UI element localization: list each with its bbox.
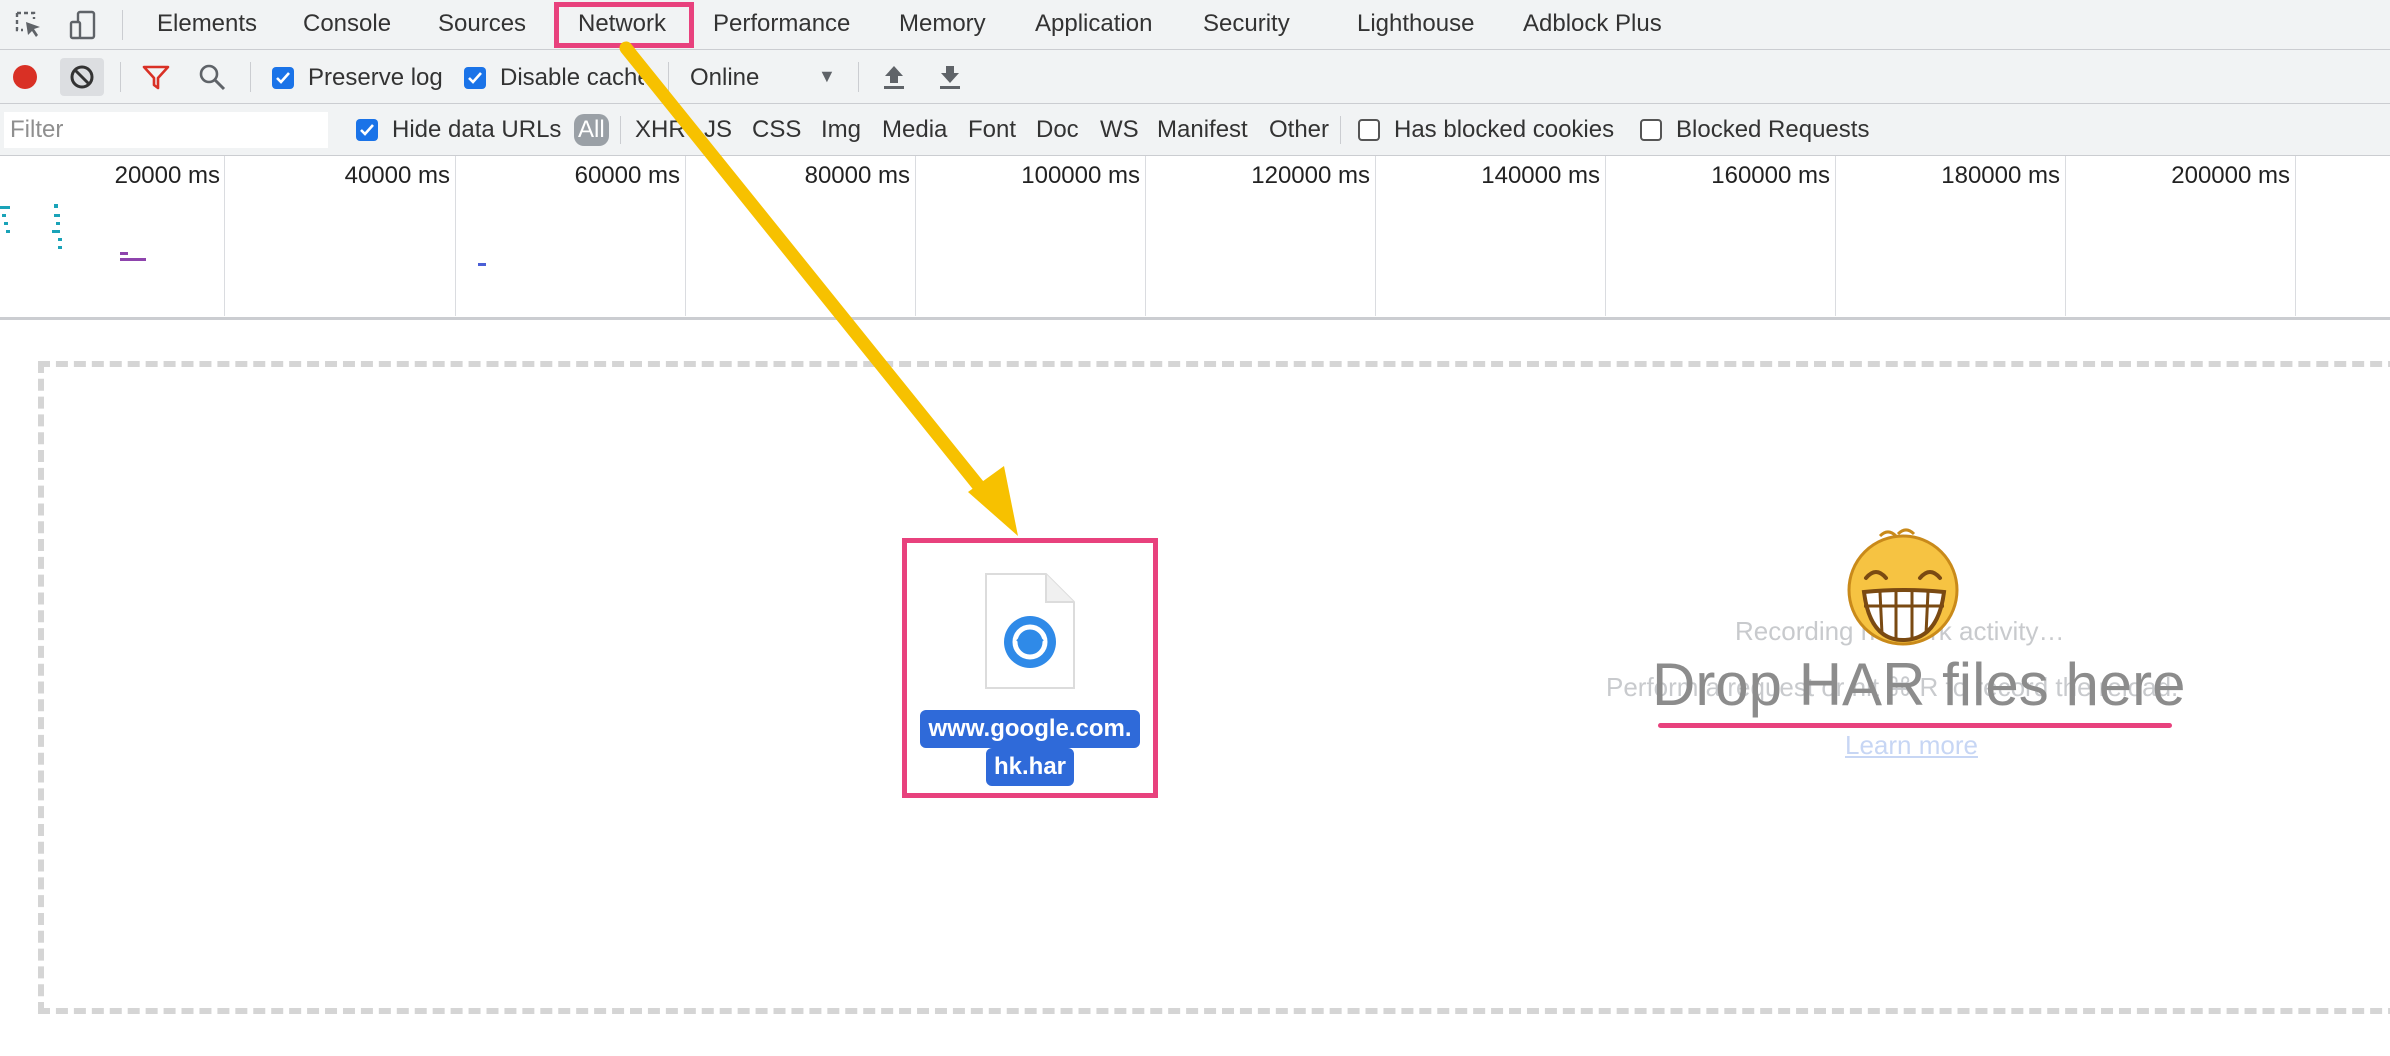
annotation-arrow — [619, 41, 1018, 536]
